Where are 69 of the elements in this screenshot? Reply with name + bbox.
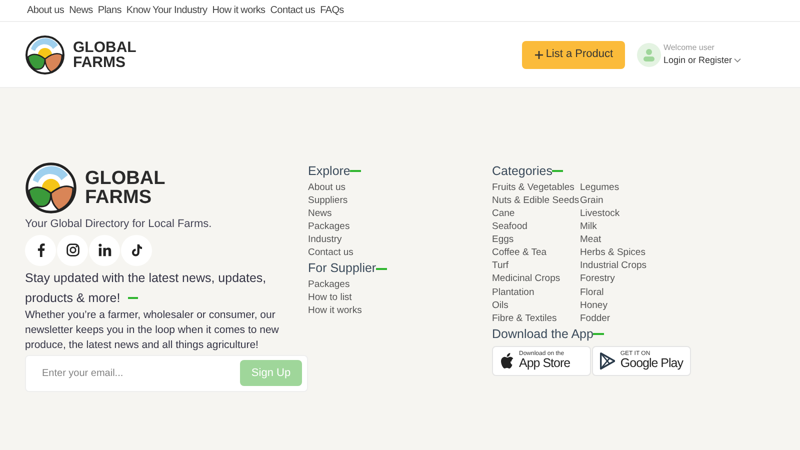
logo[interactable]: GLOBAL FARMS bbox=[25, 34, 136, 74]
footer-link[interactable]: News bbox=[308, 206, 492, 220]
nav-link[interactable]: Contact us bbox=[270, 3, 316, 18]
footer-link[interactable]: Forestry bbox=[580, 272, 665, 286]
section-heading: For Supplier bbox=[308, 260, 376, 278]
newsletter-title: Stay updated with the latest news, updates, products & more! bbox=[25, 270, 268, 307]
footer-link[interactable]: Cane bbox=[492, 206, 580, 220]
instagram-icon bbox=[66, 243, 80, 257]
tiktok-icon bbox=[130, 243, 143, 257]
footer-link[interactable]: Fodder bbox=[580, 312, 665, 325]
social-button[interactable] bbox=[89, 234, 120, 266]
nav-link[interactable]: How it works bbox=[212, 3, 266, 18]
footer-link[interactable]: Turf bbox=[492, 259, 580, 272]
nav-link[interactable]: Know Your Industry bbox=[126, 3, 208, 18]
footer-link[interactable]: Packages bbox=[308, 220, 492, 234]
footer-link[interactable]: Oils bbox=[492, 298, 580, 312]
logo-icon bbox=[25, 34, 65, 74]
chevron-down-icon bbox=[734, 58, 741, 63]
footer-link[interactable]: Livestock bbox=[580, 206, 665, 220]
footer-link[interactable]: Meat bbox=[580, 233, 665, 246]
newsletter-description: Whether you’re a farmer, wholesaler or consumer, our newsletter keeps you in the loop when it comes to new produce, the latest news and all things agriculture! bbox=[25, 308, 280, 352]
logo-icon bbox=[25, 162, 77, 214]
footer-link[interactable]: Medicinal Crops bbox=[492, 272, 580, 286]
play-icon bbox=[600, 350, 616, 371]
apple-icon bbox=[500, 352, 514, 369]
footer-link[interactable]: Fruits & Vegetables bbox=[492, 180, 580, 194]
nav-link[interactable]: About us bbox=[27, 3, 64, 18]
linkedin-icon bbox=[98, 243, 112, 257]
logo-text: GLOBAL bbox=[73, 40, 136, 54]
logo-text: GLOBAL bbox=[85, 169, 166, 188]
footer-link[interactable]: Nuts & Edible Seeds bbox=[492, 194, 580, 207]
section-heading: Explore bbox=[308, 163, 350, 180]
nav-link[interactable]: Plans bbox=[98, 3, 122, 18]
footer-link[interactable]: Fibre & Textiles bbox=[492, 312, 580, 325]
footer-link[interactable]: How it works bbox=[308, 304, 492, 318]
nav-link[interactable]: FAQs bbox=[320, 3, 344, 18]
footer-link[interactable]: Grain bbox=[580, 194, 665, 207]
nav-link[interactable]: News bbox=[69, 3, 93, 18]
footer-link[interactable]: Coffee & Tea bbox=[492, 246, 580, 260]
footer-link[interactable]: Packages bbox=[308, 278, 492, 292]
social-button[interactable] bbox=[57, 234, 88, 266]
social-button[interactable] bbox=[121, 234, 152, 266]
plus-icon bbox=[534, 50, 543, 58]
facebook-icon bbox=[36, 243, 46, 257]
footer-link[interactable]: Industrial Crops bbox=[580, 259, 665, 272]
footer-link[interactable]: Milk bbox=[580, 220, 665, 234]
footer-link[interactable]: Legumes bbox=[580, 180, 665, 194]
footer-link[interactable]: Industry bbox=[308, 233, 492, 246]
footer-link[interactable]: How to list bbox=[308, 291, 492, 304]
user-avatar-icon bbox=[637, 42, 662, 66]
section-heading: Categories bbox=[492, 163, 552, 180]
logo-text: FARMS bbox=[85, 188, 152, 207]
footer-link[interactable]: Floral bbox=[580, 286, 665, 299]
footer-link[interactable]: Honey bbox=[580, 298, 665, 312]
social-button[interactable] bbox=[25, 234, 56, 266]
tagline: Your Global Directory for Local Farms. bbox=[25, 217, 213, 232]
footer-link[interactable]: Herbs & Spices bbox=[580, 246, 665, 260]
footer-link[interactable]: Suppliers bbox=[308, 194, 492, 207]
footer-link[interactable]: About us bbox=[308, 180, 492, 194]
footer-link[interactable]: Contact us bbox=[308, 246, 492, 260]
footer-link[interactable]: Plantation bbox=[492, 286, 580, 299]
welcome-text: Welcome user bbox=[663, 42, 716, 54]
logo-text: FARMS bbox=[73, 54, 126, 70]
section-heading: Download the App bbox=[492, 326, 594, 343]
login-dropdown[interactable]: Login or Register bbox=[663, 54, 741, 68]
list-product-button[interactable]: List a Product bbox=[522, 40, 626, 68]
footer-link[interactable]: Eggs bbox=[492, 233, 580, 246]
footer-link[interactable]: Seafood bbox=[492, 220, 580, 234]
logo[interactable]: GLOBAL FARMS bbox=[25, 162, 308, 214]
